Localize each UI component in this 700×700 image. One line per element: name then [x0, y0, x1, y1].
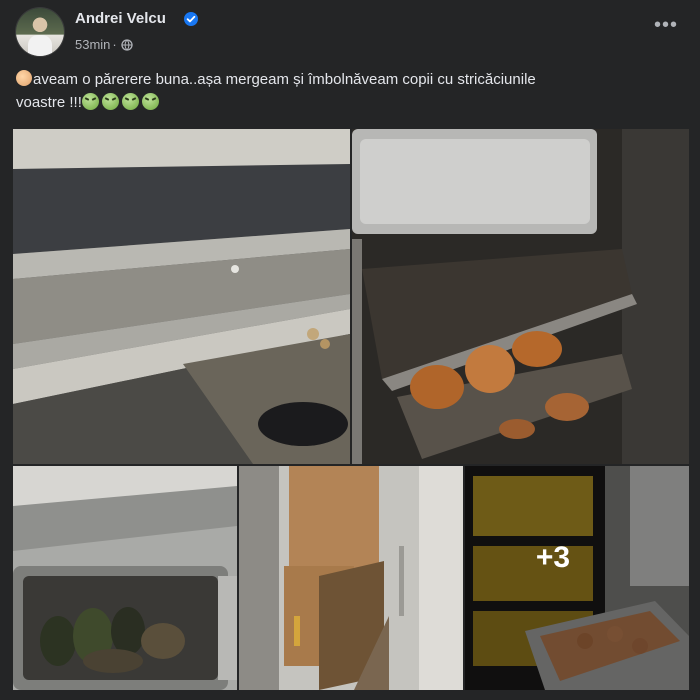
clapping-hands-emoji-icon: [16, 70, 32, 86]
sick-face-emoji-icon: [121, 93, 139, 110]
globe-icon[interactable]: [121, 39, 133, 51]
post-header: Andrei Velcu 53min · •••: [0, 0, 700, 62]
post-timestamp[interactable]: 53min: [75, 37, 110, 52]
sick-face-emoji-icon: [81, 93, 99, 110]
post-text-line1: aveam o părerere buna..așa mergeam și îm…: [33, 71, 536, 88]
photo-mussels-bin[interactable]: [13, 466, 237, 690]
photo-dirty-counter[interactable]: [13, 129, 350, 464]
more-photos-overlay[interactable]: +3: [465, 466, 689, 690]
avatar-figure: [28, 35, 52, 56]
more-options-button[interactable]: •••: [648, 15, 684, 42]
photo-storage-boxes[interactable]: [239, 466, 463, 690]
sick-face-emoji-icon: [141, 93, 159, 110]
photo-lemons-eggs[interactable]: +3: [465, 466, 689, 690]
more-photos-count: +3: [535, 541, 571, 574]
post-meta: 53min ·: [75, 37, 133, 52]
sick-face-emoji-icon: [101, 93, 119, 110]
post-text-line2: voastre !!!: [16, 94, 82, 111]
author-name[interactable]: Andrei Velcu: [75, 10, 166, 27]
photo-oven-trays[interactable]: [352, 129, 689, 464]
verified-badge-icon: [184, 12, 198, 26]
meta-separator: ·: [112, 37, 117, 52]
post-text: aveam o părerere buna..așa mergeam și îm…: [16, 68, 671, 114]
author-avatar[interactable]: [16, 8, 64, 56]
